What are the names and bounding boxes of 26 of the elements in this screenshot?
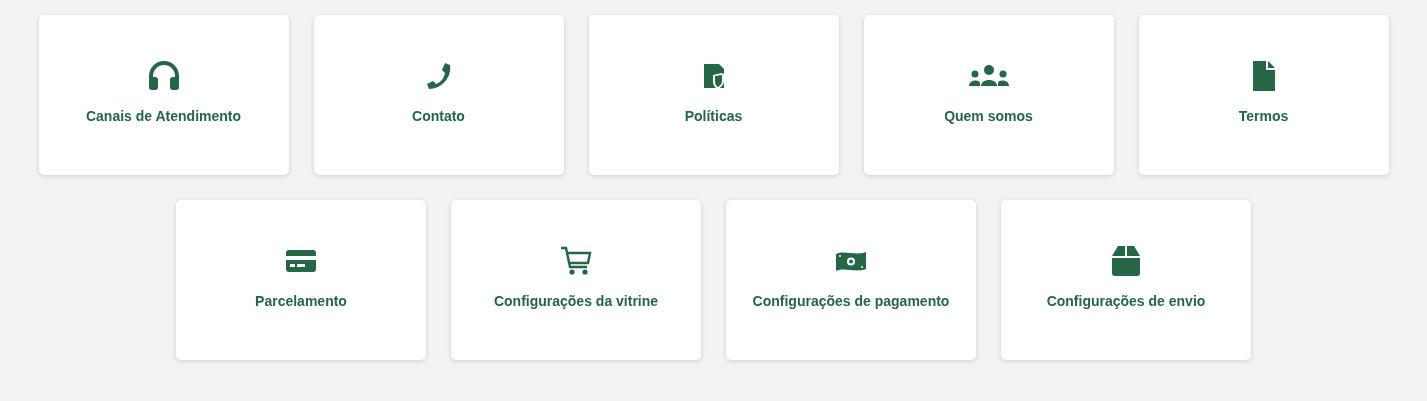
card-label: Políticas: [684, 108, 743, 124]
file-icon: [1251, 60, 1276, 92]
menu-card[interactable]: Quem somos: [863, 15, 1114, 175]
menu-card[interactable]: Parcelamento: [176, 200, 426, 360]
people-icon: [967, 64, 1010, 88]
card-label: Configurações de envio: [1046, 293, 1206, 309]
menu-card[interactable]: Contato: [313, 15, 564, 175]
box-icon: [1110, 245, 1142, 277]
card-label: Configurações de pagamento: [752, 293, 950, 309]
credit-card-icon: [285, 248, 317, 274]
headset-icon: [147, 61, 180, 91]
menu-card[interactable]: Configurações de envio: [1001, 200, 1251, 360]
card-label: Quem somos: [944, 108, 1033, 124]
document-shield-icon: [701, 62, 726, 90]
menu-card[interactable]: Configurações da vitrine: [451, 200, 701, 360]
menu-card[interactable]: Configurações de pagamento: [726, 200, 976, 360]
menu-card[interactable]: Políticas: [588, 15, 839, 175]
card-label: Configurações da vitrine: [493, 293, 659, 309]
card-label: Parcelamento: [255, 293, 347, 309]
banknote-icon: [835, 249, 867, 273]
card-label: Termos: [1238, 108, 1289, 124]
card-label: Contato: [412, 108, 465, 124]
card-label: Canais de Atendimento: [85, 108, 242, 124]
menu-card[interactable]: Canais de Atendimento: [38, 15, 289, 175]
menu-card[interactable]: Termos: [1138, 15, 1389, 175]
shopping-cart-icon: [560, 246, 592, 276]
